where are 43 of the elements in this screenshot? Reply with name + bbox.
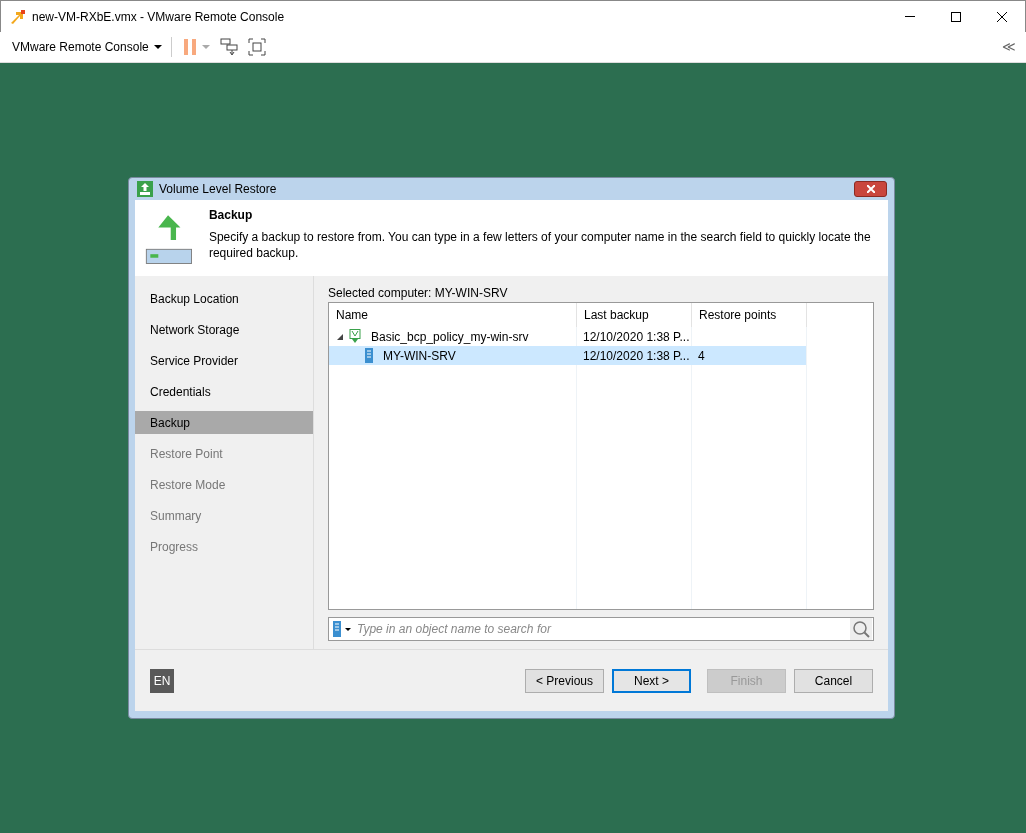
server-icon (365, 348, 373, 363)
maximize-icon (951, 11, 961, 22)
search-box[interactable]: Type in an object name to search for (328, 617, 874, 641)
dialog-button[interactable]: Next > (612, 668, 691, 693)
table-row[interactable]: MY-WIN-SRV 12/10/2020 1:38 P... 4 (329, 346, 806, 365)
name-cell-text: MY-WIN-SRV (383, 347, 456, 365)
dialog-title: Volume Level Restore (159, 181, 277, 198)
console-menu[interactable]: VMware Remote Console (12, 38, 162, 56)
caret-icon[interactable] (345, 627, 351, 631)
backup-job-icon (349, 329, 361, 344)
selected-computer-label: Selected computer: MY-WIN-SRV (328, 285, 509, 302)
last-backup-cell: 12/10/2020 1:38 P... (583, 329, 690, 344)
name-cell-text: Basic_bcp_policy_my-win-srv (371, 328, 529, 346)
close-button[interactable] (854, 181, 887, 197)
collapse-arrow-icon[interactable] (337, 333, 343, 340)
language-indicator: EN (150, 668, 174, 693)
network-icon[interactable] (219, 38, 238, 56)
window-title: new-VM-RXbE.vmx - VMware Remote Console (32, 8, 285, 26)
restore-points-cell: 4 (698, 348, 705, 363)
table-row[interactable]: Basic_bcp_policy_my-win-srv 12/10/2020 1:38 P... (329, 327, 806, 346)
close-icon (997, 11, 1007, 22)
wizard-step[interactable]: Backup (135, 411, 313, 434)
app-logo-icon (10, 8, 26, 25)
search-icon[interactable] (850, 618, 872, 640)
wizard-step[interactable]: Network Storage (135, 318, 313, 341)
page-description: Specify a backup to restore from. You can type in a few letters of your computer name in the search field to quickly locate the required backup. (208, 229, 872, 261)
dialog-button[interactable]: Cancel (794, 668, 873, 693)
wizard-step[interactable]: Service Provider (135, 349, 313, 372)
caret-icon (153, 45, 162, 49)
collapse-toolbar-button[interactable]: ≪ (1002, 37, 1016, 57)
minimize-icon (905, 16, 915, 17)
column-header[interactable]: Name (336, 306, 368, 324)
wizard-step[interactable]: Credentials (135, 380, 313, 403)
dialog-button[interactable]: < Previous (525, 668, 604, 693)
column-header[interactable]: Restore points (699, 306, 777, 324)
restore-icon (137, 181, 153, 197)
last-backup-cell: 12/10/2020 1:38 P... (583, 348, 690, 363)
search-field[interactable]: Type in an object name to search for (357, 620, 850, 638)
column-header[interactable]: Last backup (584, 306, 649, 324)
wizard-step[interactable]: Backup Location (135, 287, 313, 310)
page-heading: Backup (208, 207, 254, 224)
close-icon (866, 185, 875, 193)
fullscreen-icon[interactable] (247, 38, 266, 56)
